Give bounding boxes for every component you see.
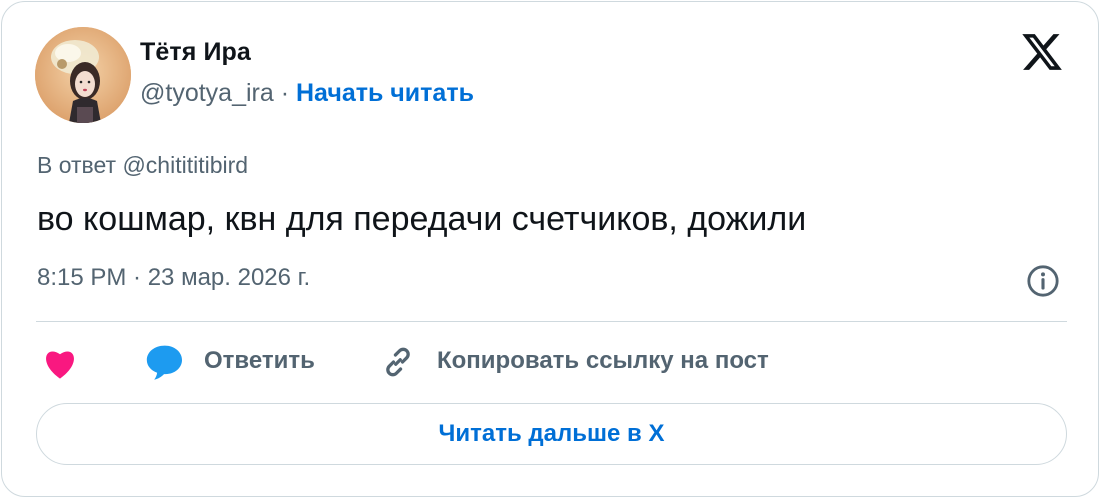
read-more-button[interactable]: Читать дальше в X	[36, 403, 1067, 465]
copy-link-button[interactable]: Копировать ссылку на пост	[437, 347, 769, 375]
tweet-text: во кошмар, квн для передачи счетчиков, д…	[37, 200, 807, 238]
author-handle[interactable]: @tyotya_ira	[140, 79, 274, 107]
author-name[interactable]: Тётя Ира	[140, 38, 251, 67]
divider	[36, 321, 1067, 322]
link-icon[interactable]	[380, 344, 416, 380]
x-logo-icon[interactable]	[1019, 30, 1065, 74]
avatar[interactable]	[35, 27, 131, 123]
info-icon[interactable]	[1026, 264, 1060, 298]
avatar-image	[35, 27, 131, 123]
speech-bubble-icon[interactable]	[144, 344, 184, 380]
heart-icon[interactable]	[42, 346, 78, 380]
reply-to-label[interactable]: В ответ @chitititibird	[37, 152, 248, 179]
separator-dot: ·	[273, 79, 296, 107]
tweet-timestamp[interactable]: 8:15 PM · 23 мар. 2026 г.	[37, 264, 310, 292]
author-line: @tyotya_ira · Начать читать	[140, 79, 474, 108]
reply-button[interactable]: Ответить	[204, 347, 315, 375]
tweet-embed-card: Тётя Ира @tyotya_ira · Начать читать В о…	[1, 1, 1099, 497]
follow-link[interactable]: Начать читать	[296, 79, 474, 107]
